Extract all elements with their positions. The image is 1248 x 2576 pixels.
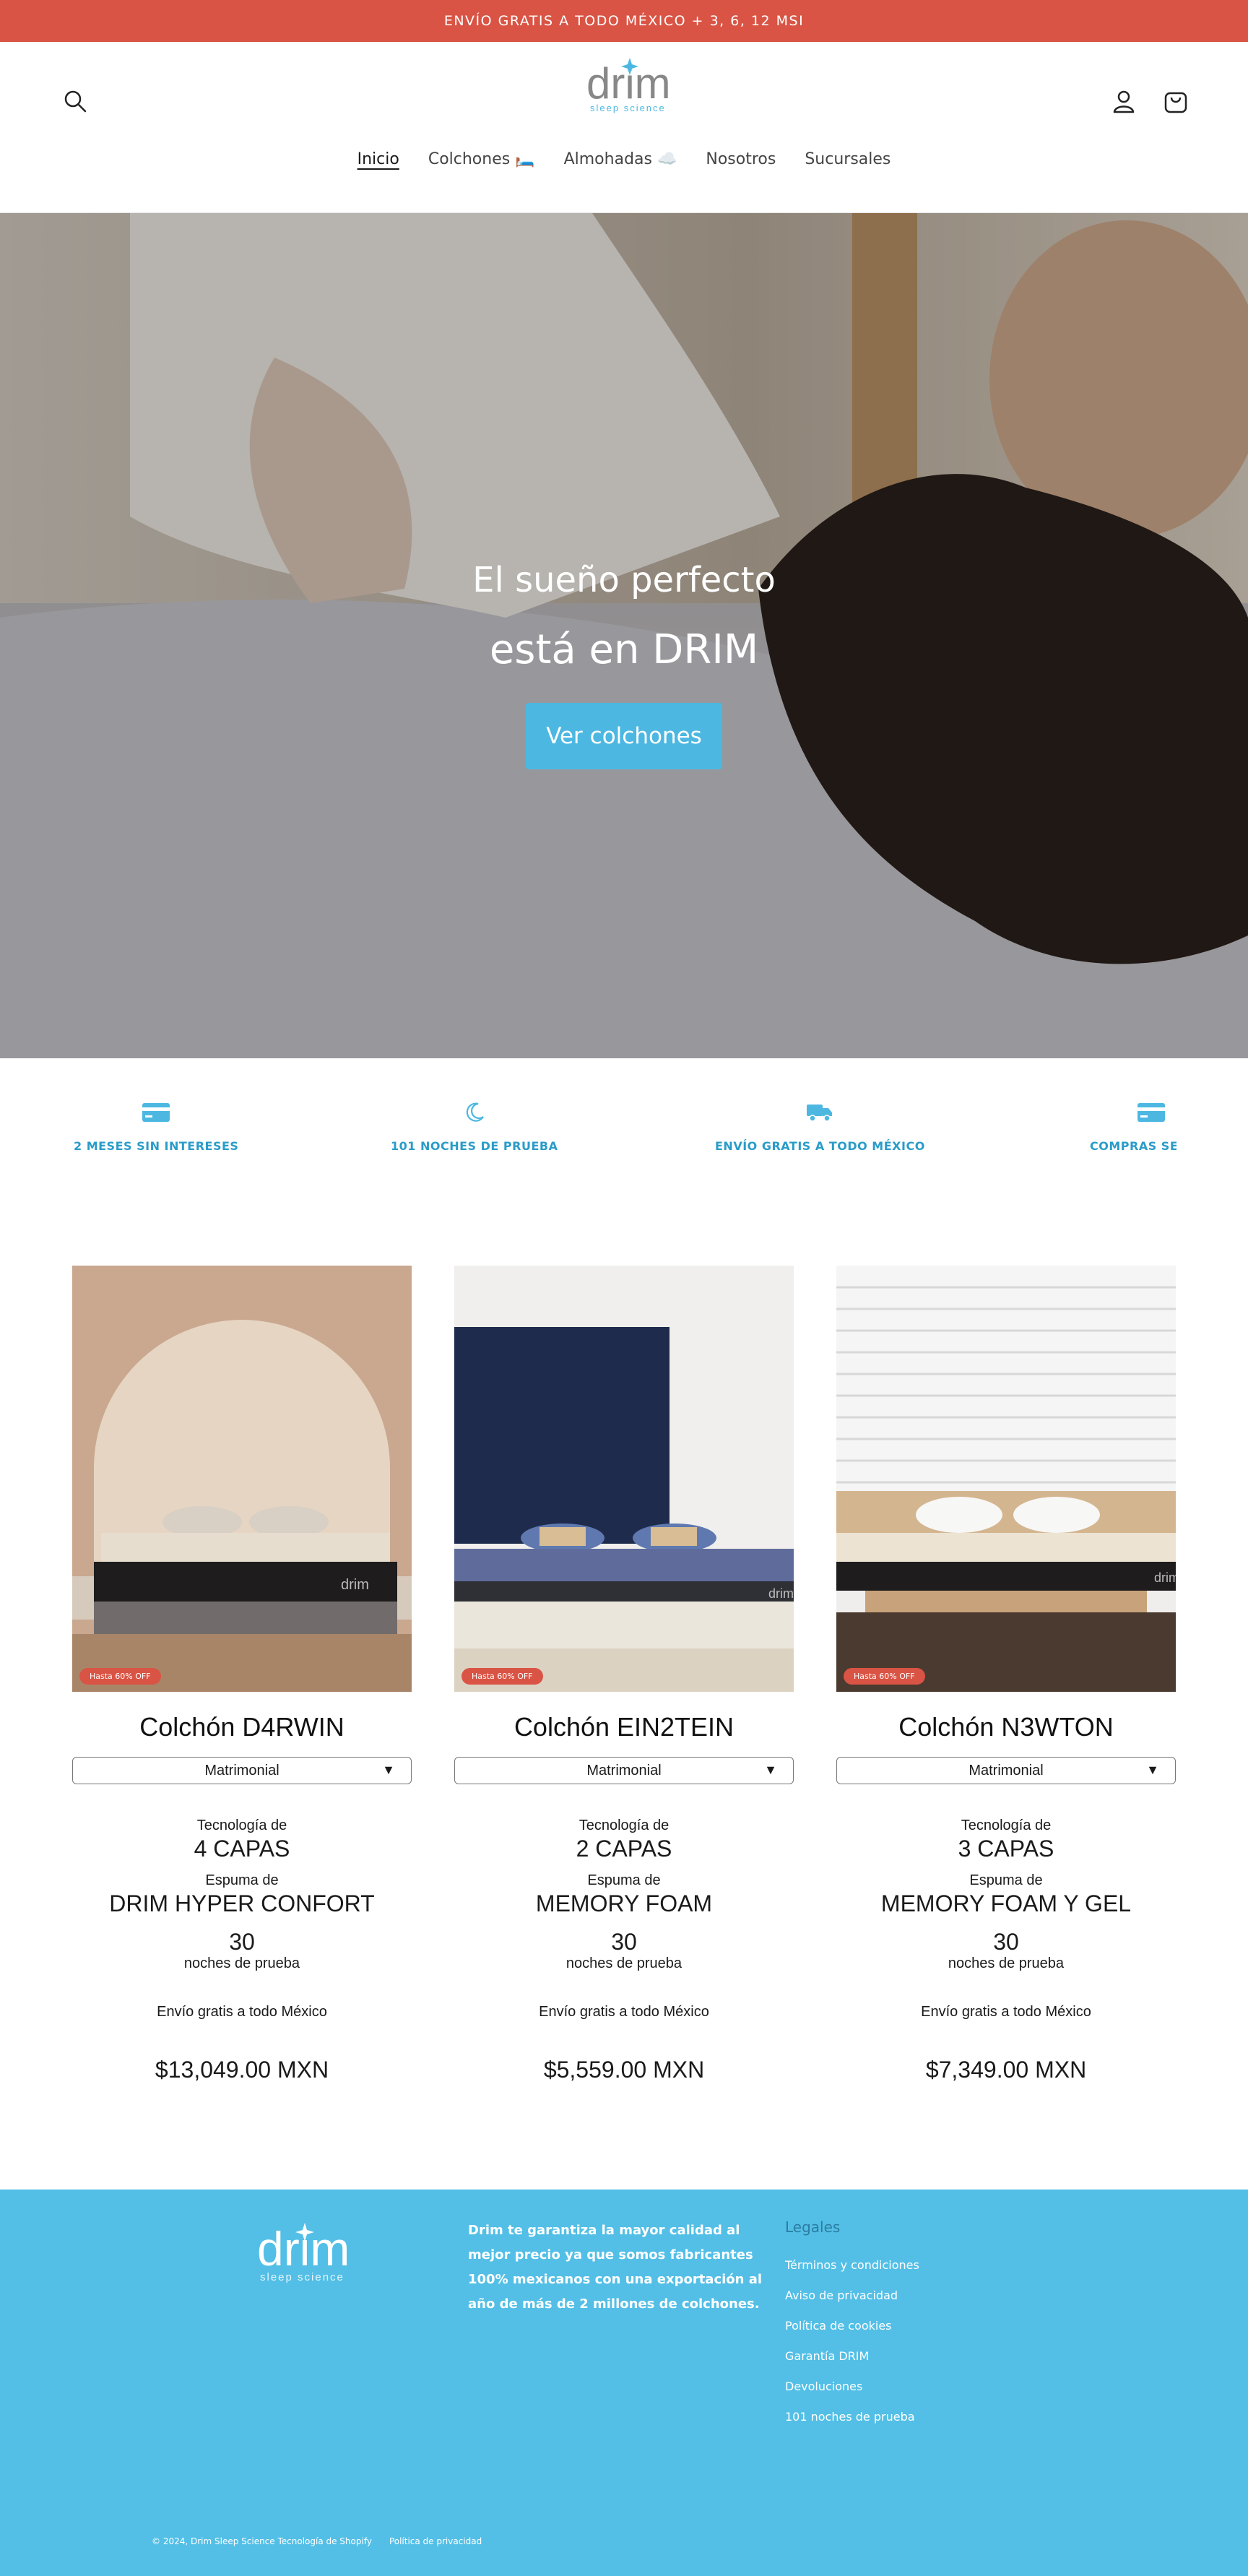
moon-icon [460,1102,489,1123]
announcement-bar: ENVÍO GRATIS A TODO MÉXICO + 3, 6, 12 MS… [0,0,1248,42]
site-footer: drim sleep science Drim te garantiza la … [0,2190,1248,2576]
product-card: drim Hasta 60% OFF Colchón D4RWIN Matrim… [72,1266,412,2083]
size-select[interactable]: Matrimonial ▼ [454,1757,794,1784]
benefit-item-clipped: COMPRAS SEG [1090,1102,1176,1153]
footer-link-warranty[interactable]: Garantía DRIM [785,2349,919,2380]
shipping-note: Envío gratis a todo México [157,2004,327,2020]
product-image[interactable]: drim Hasta 60% OFF [72,1266,412,1692]
card-icon [142,1102,170,1123]
size-select[interactable]: Matrimonial ▼ [72,1757,412,1784]
product-image[interactable]: drim Hasta 60% OFF [836,1266,1176,1692]
benefits-strip: 2 MESES SIN INTERESES 101 NOCHES DE PRUE… [0,1058,1248,1246]
size-select-value: Matrimonial [204,1762,280,1778]
benefit-label: 2 MESES SIN INTERESES [74,1139,239,1153]
foam-label: Espuma de [969,1872,1043,1888]
benefit-label: COMPRAS SEG [1090,1139,1176,1153]
nav-colchones[interactable]: Colchones 🛏️ [428,150,535,168]
account-icon[interactable] [1108,85,1140,117]
product-image[interactable]: drim Hasta 60% OFF [454,1266,794,1692]
nav-nosotros[interactable]: Nosotros [706,150,776,168]
main-nav: Inicio Colchones 🛏️ Almohadas ☁️ Nosotro… [0,150,1248,168]
svg-text:sleep science: sleep science [590,103,666,113]
trial-nights: 30 [229,1929,255,1955]
product-title[interactable]: Colchón N3WTON [836,1712,1176,1742]
foam-value: MEMORY FOAM Y GEL [880,1890,1132,1916]
foam-label: Espuma de [587,1872,661,1888]
size-select-value: Matrimonial [968,1762,1044,1778]
hero-heading-line2: está en DRIM [489,626,759,673]
benefit-label: 101 NOCHES DE PRUEBA [391,1139,558,1153]
nav-inicio[interactable]: Inicio [358,150,399,168]
tech-label: Tecnología de [196,1818,287,1833]
footer-legal-links: Términos y condiciones Aviso de privacid… [785,2258,919,2440]
hero-banner: El sueño perfecto está en DRIM Ver colch… [0,213,1248,1058]
product-title[interactable]: Colchón D4RWIN [72,1712,412,1742]
site-logo[interactable]: drim sleep science [566,55,682,120]
nav-sucursales[interactable]: Sucursales [805,150,890,168]
product-price: $5,559.00 MXN [543,2057,705,2083]
foam-value: MEMORY FOAM [535,1890,713,1916]
tech-value: 2 CAPAS [576,1836,672,1862]
footer-link-returns[interactable]: Devoluciones [785,2380,919,2410]
shop-mattresses-button[interactable]: Ver colchones [526,703,722,769]
footer-legal-title: Legales [785,2218,841,2236]
tech-value: 3 CAPAS [958,1836,1054,1862]
svg-text:drim: drim [341,1577,369,1593]
size-select-value: Matrimonial [586,1762,662,1778]
footer-link-cookies[interactable]: Política de cookies [785,2319,919,2349]
footer-link-privacy-notice[interactable]: Aviso de privacidad [785,2288,919,2319]
copyright: © 2024, Drim Sleep Science Tecnología de… [152,2536,372,2546]
product-title[interactable]: Colchón EIN2TEIN [454,1712,794,1742]
tech-label: Tecnología de [961,1818,1052,1833]
announcement-text: ENVÍO GRATIS A TODO MÉXICO + 3, 6, 12 MS… [443,13,805,29]
benefit-item: 101 NOCHES DE PRUEBA [391,1102,558,1153]
trial-nights: 30 [611,1929,637,1955]
discount-badge: Hasta 60% OFF [844,1668,925,1685]
shipping-note: Envío gratis a todo México [539,2004,709,2020]
tech-label: Tecnología de [578,1818,670,1833]
product-card: drim Hasta 60% OFF Colchón N3WTON Matrim… [836,1266,1176,2083]
footer-about: Drim te garantiza la mayor calidad al me… [468,2223,763,2312]
hero-heading-line1: El sueño perfecto [472,560,776,600]
footer-logo[interactable]: drim sleep science [253,2218,361,2291]
product-price: $13,049.00 MXN [155,2057,329,2083]
size-select[interactable]: Matrimonial ▼ [836,1757,1176,1784]
site-header: drim sleep science Inicio Colchones 🛏️ A… [0,42,1248,213]
foam-value: DRIM HYPER CONFORT [109,1890,375,1916]
search-icon[interactable] [59,85,91,117]
product-price: $7,349.00 MXN [925,2057,1087,2083]
card-icon [1137,1102,1166,1123]
trial-label: noches de prueba [948,1955,1065,1971]
discount-badge: Hasta 60% OFF [462,1668,543,1685]
svg-text:drim: drim [1154,1570,1176,1585]
truck-icon [805,1102,834,1123]
trial-nights: 30 [993,1929,1019,1955]
benefit-item: COMPRAS SEG [1090,1102,1176,1153]
discount-badge: Hasta 60% OFF [79,1668,161,1685]
chevron-down-icon: ▼ [1146,1763,1159,1777]
product-card: drim Hasta 60% OFF Colchón EIN2TEIN Matr… [454,1266,794,2083]
nav-almohadas[interactable]: Almohadas ☁️ [564,150,677,168]
benefit-label: ENVÍO GRATIS A TODO MÉXICO [715,1139,925,1153]
tech-value: 4 CAPAS [194,1836,290,1862]
svg-text:drim: drim [768,1586,794,1601]
benefit-item: ENVÍO GRATIS A TODO MÉXICO [715,1102,925,1153]
benefit-item: 2 MESES SIN INTERESES [74,1102,238,1153]
shipping-note: Envío gratis a todo México [921,2004,1091,2020]
footer-bottom: © 2024, Drim Sleep Science Tecnología de… [152,2536,482,2546]
trial-label: noches de prueba [183,1955,300,1971]
chevron-down-icon: ▼ [382,1763,395,1777]
cart-icon[interactable] [1160,85,1192,117]
footer-link-trial[interactable]: 101 noches de prueba [785,2410,919,2440]
trial-label: noches de prueba [566,1955,682,1971]
svg-text:sleep science: sleep science [260,2271,344,2283]
footer-link-terms[interactable]: Términos y condiciones [785,2258,919,2288]
footer-privacy-link[interactable]: Política de privacidad [389,2536,482,2546]
chevron-down-icon: ▼ [764,1763,777,1777]
foam-label: Espuma de [205,1872,279,1888]
